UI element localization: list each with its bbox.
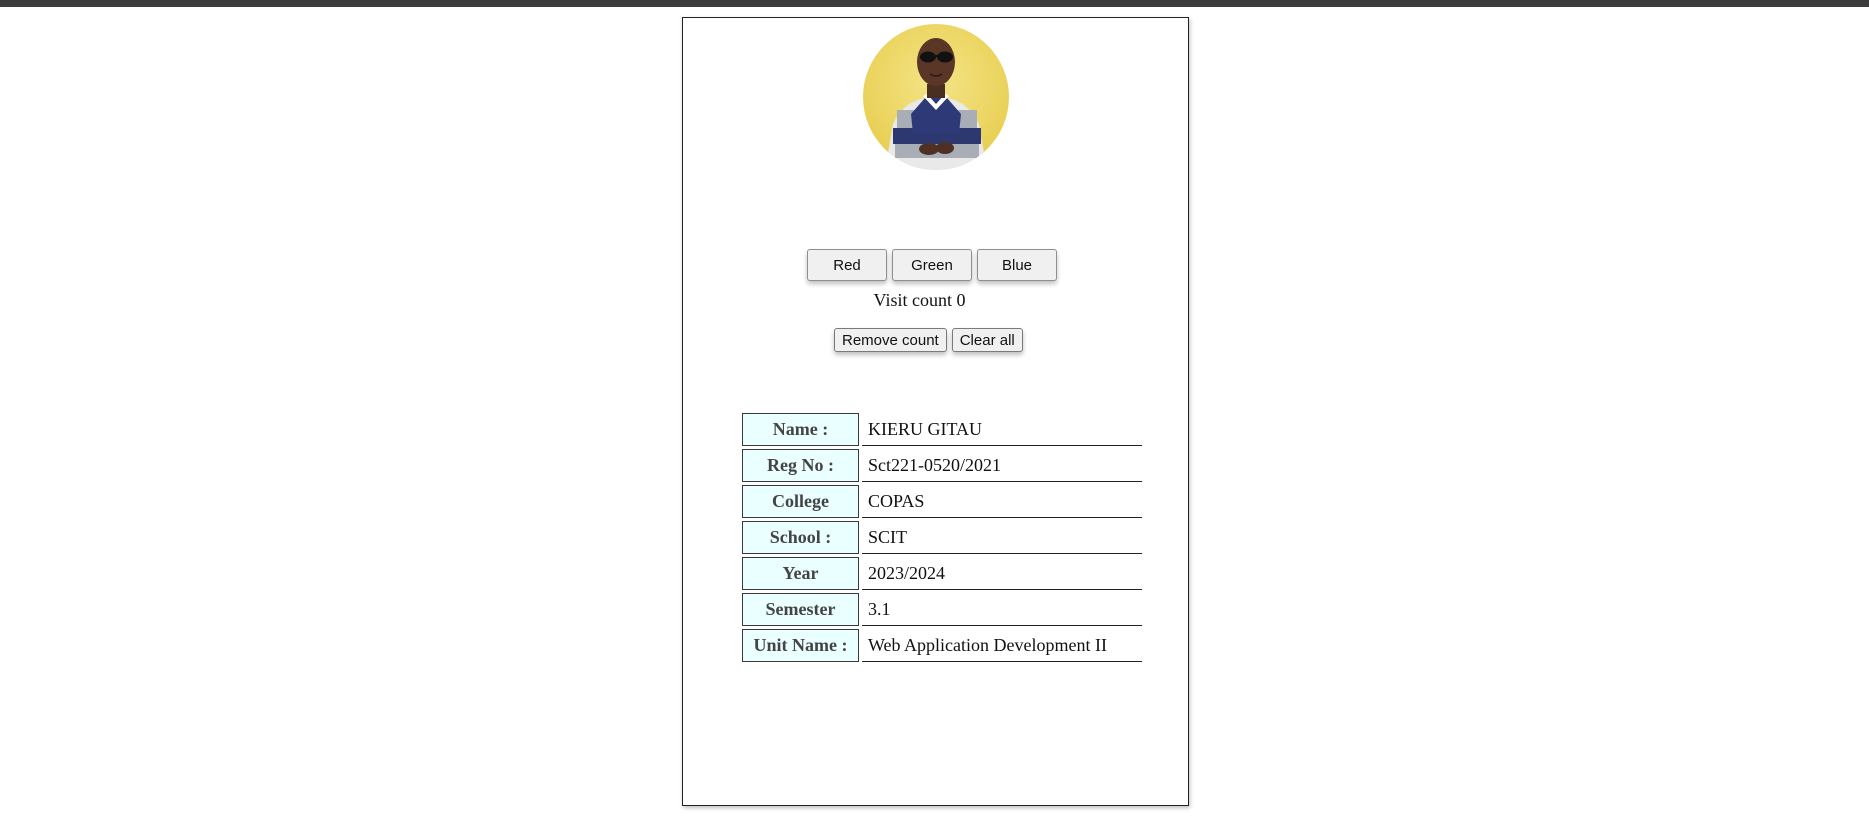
name-value: KIERU GITAU <box>862 413 1142 446</box>
visit-count-text: Visit count 0 <box>683 290 1188 311</box>
green-button[interactable]: Green <box>892 249 972 281</box>
avatar-photo <box>863 24 1009 170</box>
name-label: Name : <box>742 413 859 446</box>
year-value: 2023/2024 <box>862 557 1142 590</box>
profile-card: Red Green Blue Visit count 0 Remove coun… <box>682 17 1189 806</box>
color-button-group: Red Green Blue <box>807 249 1057 281</box>
reg-no-label: Reg No : <box>742 449 859 482</box>
college-value: COPAS <box>862 485 1142 518</box>
count-button-group: Remove count Clear all <box>834 328 1023 352</box>
student-details-table: Name : KIERU GITAU Reg No : Sct221-0520/… <box>742 413 1142 665</box>
year-label: Year <box>742 557 859 590</box>
semester-label: Semester <box>742 593 859 626</box>
table-row: Unit Name : Web Application Development … <box>742 629 1142 662</box>
semester-value: 3.1 <box>862 593 1142 626</box>
avatar <box>863 24 1009 170</box>
table-row: College COPAS <box>742 485 1142 518</box>
table-row: School : SCIT <box>742 521 1142 554</box>
table-row: Year 2023/2024 <box>742 557 1142 590</box>
reg-no-value: Sct221-0520/2021 <box>862 449 1142 482</box>
school-value: SCIT <box>862 521 1142 554</box>
table-row: Reg No : Sct221-0520/2021 <box>742 449 1142 482</box>
table-row: Name : KIERU GITAU <box>742 413 1142 446</box>
unit-name-value: Web Application Development II <box>862 629 1142 662</box>
school-label: School : <box>742 521 859 554</box>
clear-all-button[interactable]: Clear all <box>951 328 1023 352</box>
browser-top-bar <box>0 0 1869 7</box>
blue-button[interactable]: Blue <box>977 249 1057 281</box>
remove-count-button[interactable]: Remove count <box>834 328 947 352</box>
college-label: College <box>742 485 859 518</box>
unit-name-label: Unit Name : <box>742 629 859 662</box>
visit-count-label: Visit count 0 <box>873 290 966 310</box>
red-button[interactable]: Red <box>807 249 887 281</box>
table-row: Semester 3.1 <box>742 593 1142 626</box>
